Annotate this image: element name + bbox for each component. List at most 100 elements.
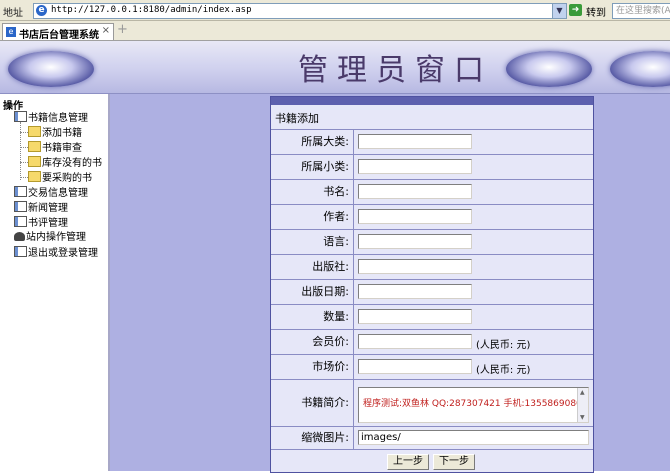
sidebar-item-transactions[interactable]: 交易信息管理 bbox=[14, 186, 88, 200]
prev-step-button[interactable]: 上一步 bbox=[387, 454, 429, 470]
sidebar-item-label: 书评管理 bbox=[28, 218, 68, 229]
banner: 管理员窗口 bbox=[0, 41, 670, 94]
book-icon bbox=[14, 201, 27, 212]
market-price-input[interactable] bbox=[358, 359, 472, 374]
sidebar-item-logout[interactable]: 退出或登录管理 bbox=[14, 246, 98, 260]
main-area: 书籍添加 所属大类: 所属小类: 书名: 作者: 语言: 出版社: 出版日期: bbox=[110, 94, 670, 473]
currency-unit: (人民币: 元) bbox=[476, 365, 531, 376]
author-input[interactable] bbox=[358, 209, 472, 224]
book-add-form: 书籍添加 所属大类: 所属小类: 书名: 作者: 语言: 出版社: 出版日期: bbox=[270, 96, 594, 473]
folder-icon bbox=[28, 171, 41, 182]
sidebar-item-book-info[interactable]: 书籍信息管理 bbox=[14, 111, 88, 125]
tree-branch bbox=[20, 177, 28, 178]
sidebar-item-site-ops[interactable]: 站内操作管理 bbox=[14, 231, 86, 245]
field-row-publisher: 出版社: bbox=[271, 255, 593, 280]
go-arrow-icon: ➜ bbox=[569, 4, 582, 16]
form-top-band bbox=[271, 97, 593, 105]
sidebar-item-to-purchase[interactable]: 要采购的书 bbox=[28, 171, 92, 185]
field-label: 语言: bbox=[271, 230, 354, 254]
subcategory-input[interactable] bbox=[358, 159, 472, 174]
sidebar-header: 操作 bbox=[3, 101, 23, 112]
field-row-member-price: 会员价: (人民币: 元) bbox=[271, 330, 593, 355]
banner-title: 管理员窗口 bbox=[298, 53, 493, 88]
sidebar-item-add-book[interactable]: 添加书籍 bbox=[28, 126, 82, 140]
next-step-button[interactable]: 下一步 bbox=[433, 454, 475, 470]
sidebar-item-label: 站内操作管理 bbox=[26, 232, 86, 243]
sidebar-item-out-of-stock[interactable]: 库存没有的书 bbox=[28, 156, 102, 170]
title-input[interactable] bbox=[358, 184, 472, 199]
orb-left-decoration bbox=[8, 51, 94, 87]
field-row-intro: 书籍简介: 程序测试:双鱼林 QQ:287307421 手机:135586908… bbox=[271, 380, 593, 427]
field-label: 作者: bbox=[271, 205, 354, 229]
go-label: 转到 bbox=[586, 8, 606, 19]
ie-page-icon: e bbox=[36, 5, 47, 16]
go-button[interactable]: ➜ 转到 bbox=[569, 3, 609, 19]
form-caption-text: 书籍添加 bbox=[275, 112, 319, 125]
sidebar-item-book-review[interactable]: 书籍审查 bbox=[28, 141, 82, 155]
sidebar-item-label: 库存没有的书 bbox=[42, 158, 102, 169]
sidebar-item-label: 交易信息管理 bbox=[28, 188, 88, 199]
book-icon bbox=[14, 111, 27, 122]
folder-icon bbox=[28, 156, 41, 167]
sidebar-item-label: 要采购的书 bbox=[42, 173, 92, 184]
person-icon bbox=[14, 232, 25, 241]
field-row-quantity: 数量: bbox=[271, 305, 593, 330]
field-row-title: 书名: bbox=[271, 180, 593, 205]
form-buttons-row: 上一步 下一步 bbox=[271, 450, 593, 472]
intro-textarea[interactable]: 程序测试:双鱼林 QQ:287307421 手机:13558690869 ▲ ▼ bbox=[358, 387, 589, 423]
field-label: 出版社: bbox=[271, 255, 354, 279]
orb-right-decoration bbox=[506, 51, 592, 87]
field-label: 出版日期: bbox=[271, 280, 354, 304]
sidebar-item-label: 退出或登录管理 bbox=[28, 248, 98, 259]
tree-branch bbox=[20, 162, 28, 163]
sidebar-item-label: 书籍审查 bbox=[42, 143, 82, 154]
book-icon bbox=[14, 216, 27, 227]
address-input[interactable]: e http://127.0.0.1:8180/admin/index.asp … bbox=[33, 3, 567, 19]
tree-branch bbox=[20, 147, 28, 148]
tree-line bbox=[20, 122, 21, 180]
sidebar-item-reviews[interactable]: 书评管理 bbox=[14, 216, 68, 230]
address-bar: 地址 e http://127.0.0.1:8180/admin/index.a… bbox=[0, 0, 670, 21]
book-icon bbox=[14, 246, 27, 257]
search-input[interactable]: 在这里搜索(A bbox=[612, 3, 670, 19]
form-caption: 书籍添加 bbox=[271, 105, 593, 130]
field-label: 数量: bbox=[271, 305, 354, 329]
language-input[interactable] bbox=[358, 234, 472, 249]
tab-admin[interactable]: e 书店后台管理系统 × bbox=[2, 23, 114, 41]
folder-icon bbox=[28, 141, 41, 152]
sidebar-item-label: 书籍信息管理 bbox=[28, 113, 88, 124]
field-label: 缩微图片: bbox=[271, 427, 354, 449]
scroll-up-icon[interactable]: ▲ bbox=[580, 389, 585, 396]
address-url[interactable]: http://127.0.0.1:8180/admin/index.asp bbox=[51, 5, 251, 15]
new-tab-icon[interactable]: + bbox=[117, 23, 129, 36]
field-label: 书籍简介: bbox=[271, 380, 354, 426]
scroll-down-icon[interactable]: ▼ bbox=[580, 414, 585, 421]
field-row-pub-date: 出版日期: bbox=[271, 280, 593, 305]
field-label: 所属小类: bbox=[271, 155, 354, 179]
tab-title: 书店后台管理系统 bbox=[19, 30, 99, 41]
field-label: 书名: bbox=[271, 180, 354, 204]
field-label: 会员价: bbox=[271, 330, 354, 354]
tree-branch bbox=[20, 132, 28, 133]
intro-text: 程序测试:双鱼林 QQ:287307421 手机:13558690869 bbox=[363, 399, 588, 409]
publisher-input[interactable] bbox=[358, 259, 472, 274]
folder-icon bbox=[28, 126, 41, 137]
quantity-input[interactable] bbox=[358, 309, 472, 324]
member-price-input[interactable] bbox=[358, 334, 472, 349]
sidebar: 操作 书籍信息管理 添加书籍 书籍审查 库存没有的书 要采购的书 交易信息管理 … bbox=[0, 94, 110, 471]
category-input[interactable] bbox=[358, 134, 472, 149]
orb-far-right-decoration bbox=[610, 51, 670, 87]
field-row-author: 作者: bbox=[271, 205, 593, 230]
field-row-thumb: 缩微图片: images/ bbox=[271, 427, 593, 450]
tab-bar: e 书店后台管理系统 × + bbox=[0, 21, 670, 41]
thumb-input[interactable]: images/ bbox=[358, 430, 589, 445]
pub-date-input[interactable] bbox=[358, 284, 472, 299]
field-label: 市场价: bbox=[271, 355, 354, 379]
textarea-scrollbar[interactable]: ▲ ▼ bbox=[577, 388, 588, 422]
address-dropdown-icon[interactable]: ▼ bbox=[552, 4, 566, 18]
sidebar-item-news[interactable]: 新闻管理 bbox=[14, 201, 68, 215]
sidebar-item-label: 新闻管理 bbox=[28, 203, 68, 214]
currency-unit: (人民币: 元) bbox=[476, 340, 531, 351]
tab-close-icon[interactable]: × bbox=[102, 25, 110, 36]
sidebar-item-label: 添加书籍 bbox=[42, 128, 82, 139]
